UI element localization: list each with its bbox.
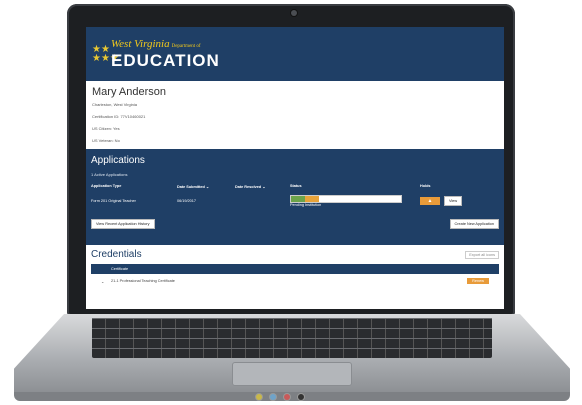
list-item[interactable]: ⌄ 21-1 Professional Teaching Certificate…: [91, 274, 499, 286]
export-button[interactable]: Export all icons: [465, 250, 499, 259]
credentials-section: Credentials Export all icons Certificate…: [86, 245, 504, 286]
site-logo[interactable]: West Virginia Department of EDUCATION: [111, 38, 220, 70]
create-application-button[interactable]: Create New Application: [449, 219, 499, 229]
port-icon: [284, 394, 290, 400]
profile-citizen: US Citizen: Yes: [92, 126, 120, 131]
laptop-trackpad: [232, 362, 352, 386]
logo-state: West Virginia: [111, 38, 170, 50]
webcam-icon: [291, 10, 297, 16]
laptop-keyboard: [92, 318, 492, 358]
profile-name: Mary Anderson: [92, 86, 166, 98]
logo-dept: Department of: [171, 44, 201, 49]
site-header: ★★ ★★★ West Virginia Department of EDUCATI…: [86, 27, 504, 81]
warning-icon[interactable]: ▲: [420, 197, 440, 205]
status-cell: Pending Institution: [290, 195, 420, 207]
applications-actions: View Recent Application History Create N…: [91, 219, 499, 229]
star-logo-icon: ★★ ★★★: [92, 44, 119, 64]
laptop-screen: ★★ ★★★ West Virginia Department of EDUCATI…: [86, 27, 504, 309]
profile-veteran: US Veteran: No: [92, 138, 120, 143]
col-date-submitted[interactable]: Date Submitted ⌄: [177, 184, 235, 189]
logo-main: EDUCATION: [111, 51, 220, 70]
view-button[interactable]: View: [444, 196, 463, 206]
credentials-title: Credentials: [91, 249, 142, 260]
chevron-down-icon[interactable]: ⌄: [101, 279, 111, 284]
applications-count: 1 Active Applications: [91, 172, 128, 177]
col-status[interactable]: Status: [290, 184, 420, 189]
status-progress-bar: [290, 195, 402, 203]
applications-title: Applications: [91, 155, 145, 166]
applications-panel: Applications 1 Active Applications Appli…: [86, 149, 504, 245]
date-submitted: 06/19/2017: [177, 199, 197, 203]
col-date-resolved[interactable]: Date Resolved ⌄: [235, 184, 290, 189]
certificate-name: 21-1 Professional Teaching Certificate: [111, 279, 175, 283]
port-icon: [256, 394, 262, 400]
profile-cert-id: Certification ID: 77V10460021: [92, 114, 146, 119]
audio-ports: [256, 394, 304, 400]
renew-button[interactable]: Renew: [467, 278, 489, 284]
table-row: Form 201 Original Teacher 06/19/2017 Pen…: [91, 195, 499, 207]
application-type: Form 201 Original Teacher: [91, 199, 136, 203]
applications-table-header: Application Type Date Submitted ⌄ Date R…: [91, 184, 499, 189]
port-icon: [298, 394, 304, 400]
port-icon: [270, 394, 276, 400]
status-text: Pending Institution: [290, 203, 322, 207]
holds-cell: ▲ View: [420, 196, 480, 206]
profile-location: Charleston, West Virginia: [92, 102, 137, 107]
col-application-type[interactable]: Application Type: [91, 184, 177, 189]
view-history-button[interactable]: View Recent Application History: [91, 219, 155, 229]
col-certificate: Certificate: [91, 264, 499, 274]
profile-section: Mary Anderson Charleston, West Virginia …: [86, 81, 504, 143]
col-holds[interactable]: Holds: [420, 184, 480, 189]
